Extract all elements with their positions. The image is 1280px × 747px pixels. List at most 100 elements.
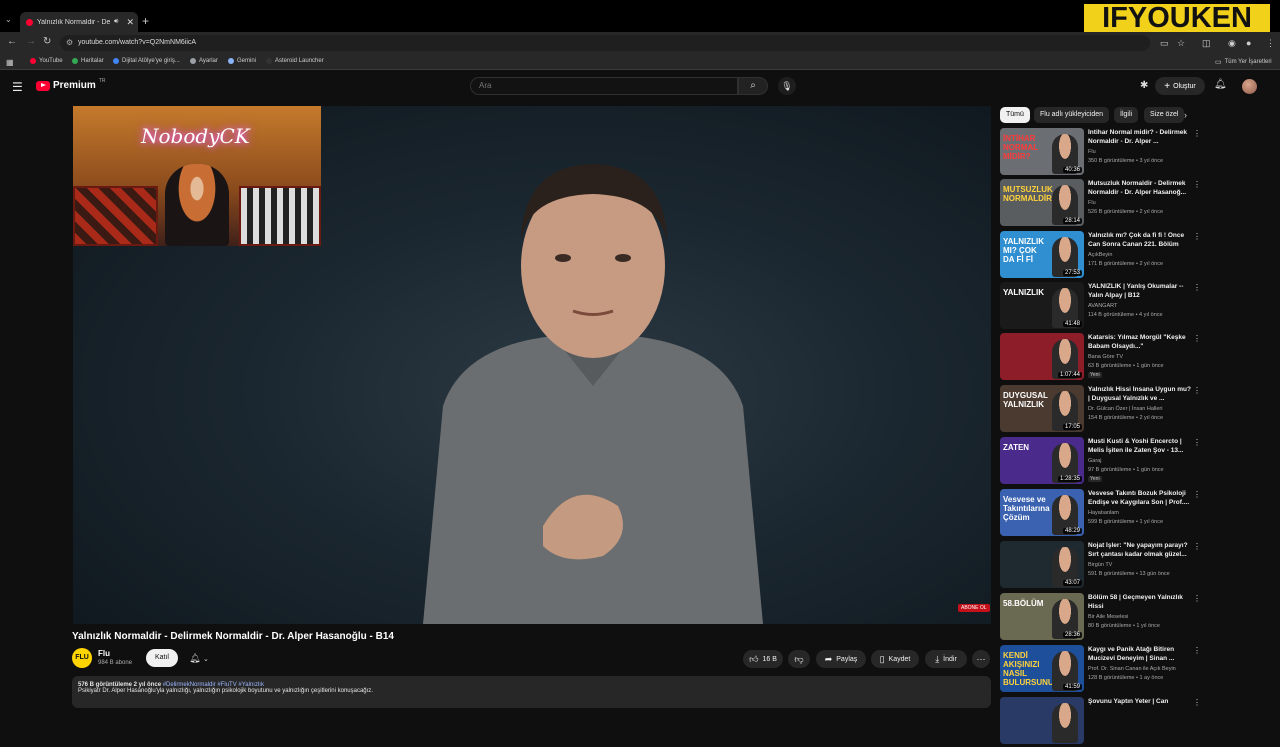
- more-vertical-icon[interactable]: ⋮: [1193, 542, 1201, 551]
- all-bookmarks-folder[interactable]: ▭ Tüm Yer İşaretleri: [1215, 58, 1272, 66]
- download-button[interactable]: ⤓ İndir: [925, 650, 967, 668]
- profile-avatar-icon[interactable]: ●: [1246, 38, 1251, 48]
- create-button[interactable]: + Oluştur: [1155, 77, 1205, 95]
- recommended-title[interactable]: Kaygı ve Panik Atağı Bitiren Mucizevi De…: [1088, 646, 1192, 663]
- url-field[interactable]: ⚙ youtube.com/watch?v=Q2NmNM6iicA: [60, 35, 1150, 51]
- recommended-video[interactable]: YALNIZLIK MI? ÇOK DA Fİ Fİ 27:53 Yalnızlık…: [1000, 231, 1201, 281]
- browser-tab[interactable]: Yalnızlık Normaldir - Delirm 🔊︎ ✕: [20, 12, 138, 32]
- recommended-video[interactable]: DUYGUSAL YALNIZLIK 17:05 Yalnızlık Hissi İ…: [1000, 385, 1201, 435]
- recommended-title[interactable]: Şovunu Yaptın Yeter | Can: [1088, 698, 1192, 715]
- reload-icon[interactable]: ↻: [43, 36, 51, 47]
- recommended-title[interactable]: İntihar Normal midir? - Delirmek Normald…: [1088, 129, 1192, 146]
- join-button[interactable]: Katıl: [146, 649, 178, 667]
- recommended-video[interactable]: KENDİ AKIŞINIZI NASIL BULURSUNUZ? 41:59 Ka…: [1000, 645, 1201, 695]
- recommended-video[interactable]: İNTİHAR NORMAL MİDİR? 40:36 İntihar Normal…: [1000, 128, 1201, 178]
- menu-hamburger-icon[interactable]: ☰: [12, 80, 23, 94]
- more-vertical-icon[interactable]: ⋮: [1193, 334, 1201, 343]
- share-button[interactable]: ➦ Paylaş: [816, 650, 866, 668]
- channel-avatar[interactable]: FLU: [72, 648, 92, 668]
- search-input[interactable]: Ara: [470, 77, 738, 95]
- video-thumbnail[interactable]: ZATEN 1:28:35: [1000, 437, 1084, 484]
- channel-name[interactable]: Flu: [98, 649, 110, 658]
- chip-from-uploader[interactable]: Flu adlı yükleyiciden: [1034, 107, 1110, 123]
- bookmark-asteroid-launcher[interactable]: Asteroid Launcher: [266, 58, 324, 64]
- video-thumbnail[interactable]: 1:07:44: [1000, 333, 1084, 380]
- more-vertical-icon[interactable]: ⋮: [1193, 698, 1201, 707]
- extensions-icon[interactable]: ◫: [1202, 38, 1211, 49]
- video-thumbnail[interactable]: MUTSUZLUK NORMALDİR 28:14: [1000, 179, 1084, 226]
- site-info-icon[interactable]: ⚙: [66, 35, 73, 51]
- more-vertical-icon[interactable]: ⋮: [1193, 438, 1201, 447]
- recommended-channel[interactable]: Bir Aile Meselesi: [1088, 614, 1128, 620]
- bookmark-maps[interactable]: Haritalar: [72, 58, 104, 64]
- account-avatar[interactable]: [1242, 79, 1257, 94]
- video-thumbnail[interactable]: Vesvese ve Takıntılarına Çözüm 48:29: [1000, 489, 1084, 536]
- forward-arrow-icon[interactable]: →: [26, 36, 36, 47]
- bookmark-star-icon[interactable]: ☆: [1177, 38, 1185, 49]
- tab-close-button[interactable]: ✕: [122, 17, 138, 28]
- video-thumbnail[interactable]: YALNIZLIK MI? ÇOK DA Fİ Fİ 27:53: [1000, 231, 1084, 278]
- like-button[interactable]: 👍︎ 16 B: [743, 650, 783, 668]
- browser-menu-icon[interactable]: ⋮: [1266, 38, 1275, 49]
- profile-sync-icon[interactable]: ◉: [1228, 38, 1236, 49]
- subscription-bell-button[interactable]: 🔔︎ ⌄: [182, 649, 216, 667]
- bookmark-youtube[interactable]: YouTube: [30, 58, 63, 64]
- subscribe-watermark[interactable]: ABONE OL: [958, 604, 990, 612]
- recommended-title[interactable]: Nojat İşler: "Ne yapayım parayı? Sırt ça…: [1088, 542, 1192, 559]
- recommended-video[interactable]: ZATEN 1:28:35 Musti Kusti & Yoshi Encercto…: [1000, 437, 1201, 487]
- recommended-title[interactable]: Bölüm 58 | Geçmeyen Yalnızlık Hissi: [1088, 594, 1192, 611]
- more-vertical-icon[interactable]: ⋮: [1193, 386, 1201, 395]
- save-button[interactable]: ▯ Kaydet: [871, 650, 919, 668]
- more-vertical-icon[interactable]: ⋮: [1193, 180, 1201, 189]
- recommended-channel[interactable]: Dr. Gülcan Özer | İnsan Halleri: [1088, 406, 1162, 412]
- recommended-video[interactable]: 43:07 Nojat İşler: "Ne yapayım parayı? Sı…: [1000, 541, 1201, 591]
- chevron-right-icon[interactable]: ›: [1184, 110, 1187, 120]
- recommended-channel[interactable]: Garaj: [1088, 458, 1101, 464]
- recommended-title[interactable]: Musti Kusti & Yoshi Encercto | Melis İşi…: [1088, 438, 1192, 455]
- recommended-title[interactable]: Vesvese Takıntı Bozuk Psikoloji Endişe v…: [1088, 490, 1192, 507]
- more-vertical-icon[interactable]: ⋮: [1193, 129, 1201, 138]
- recommended-title[interactable]: Yalnızlık Hissi İnsana Uygun mu? | Duygu…: [1088, 386, 1192, 403]
- recommended-title[interactable]: Yalnızlık mı? Çok da fi fi ! Önce Can So…: [1088, 232, 1192, 249]
- recommended-channel[interactable]: Hayatıanlam: [1088, 510, 1119, 516]
- speaker-icon[interactable]: 🔊︎: [114, 18, 118, 26]
- recommended-video[interactable]: Vesvese ve Takıntılarına Çözüm 48:29 Vesve…: [1000, 489, 1201, 539]
- chip-for-you[interactable]: Size özel: [1144, 107, 1185, 123]
- back-arrow-icon[interactable]: ←: [7, 36, 17, 47]
- cast-icon[interactable]: ✱: [1140, 80, 1148, 91]
- recommended-channel[interactable]: Flu: [1088, 200, 1096, 206]
- recommended-channel[interactable]: AçıkBeyin: [1088, 252, 1112, 258]
- recommended-video[interactable]: 58.BÖLÜM 28:36 Bölüm 58 | Geçmeyen Yalnızl…: [1000, 593, 1201, 643]
- recommended-title[interactable]: Katarsis: Yılmaz Morgül "Keşke Babam Ols…: [1088, 334, 1192, 351]
- video-thumbnail[interactable]: [1000, 697, 1084, 744]
- recommended-title[interactable]: Mutsuzluk Normaldir - Delirmek Normaldir…: [1088, 180, 1192, 197]
- chip-related[interactable]: İlgili: [1114, 107, 1139, 123]
- description-box[interactable]: 576 B görüntüleme 2 yıl önce #DelirmekNo…: [72, 676, 991, 708]
- install-app-icon[interactable]: ▭: [1160, 38, 1169, 49]
- video-thumbnail[interactable]: DUYGUSAL YALNIZLIK 17:05: [1000, 385, 1084, 432]
- recommended-channel[interactable]: AVANGART: [1088, 303, 1117, 309]
- youtube-premium-logo[interactable]: Premium TR: [36, 78, 105, 91]
- recommended-video[interactable]: YALNIZLIK 41:48 YALNIZLIK | Yanlış Okumala…: [1000, 282, 1201, 332]
- voice-search-mic-icon[interactable]: 🎙︎: [778, 77, 796, 95]
- recommended-title[interactable]: YALNIZLIK | Yanlış Okumalar -- Yalın Alp…: [1088, 283, 1192, 300]
- more-vertical-icon[interactable]: ⋮: [1193, 232, 1201, 241]
- tab-list-chevron-icon[interactable]: ⌄: [5, 15, 12, 24]
- apps-grid-icon[interactable]: ▦: [6, 58, 14, 67]
- video-thumbnail[interactable]: YALNIZLIK 41:48: [1000, 282, 1084, 329]
- dislike-button[interactable]: 👎︎: [788, 650, 810, 668]
- recommended-video[interactable]: 1:07:44 Katarsis: Yılmaz Morgül "Keşke Ba…: [1000, 333, 1201, 383]
- chip-all[interactable]: Tümü: [1000, 107, 1030, 123]
- more-actions-button[interactable]: ⋯: [972, 650, 990, 668]
- recommended-channel[interactable]: Prof. Dr. Sinan Canan ile Açık Beyin: [1088, 666, 1176, 672]
- recommended-channel[interactable]: Flu: [1088, 149, 1096, 155]
- more-vertical-icon[interactable]: ⋮: [1193, 490, 1201, 499]
- search-button[interactable]: ⌕: [738, 77, 768, 95]
- video-thumbnail[interactable]: İNTİHAR NORMAL MİDİR? 40:36: [1000, 128, 1084, 175]
- video-thumbnail[interactable]: 58.BÖLÜM 28:36: [1000, 593, 1084, 640]
- notifications-bell-icon[interactable]: 🔔︎: [1214, 79, 1227, 90]
- bookmark-gemini[interactable]: Gemini: [228, 58, 256, 64]
- more-vertical-icon[interactable]: ⋮: [1193, 283, 1201, 292]
- video-thumbnail[interactable]: KENDİ AKIŞINIZI NASIL BULURSUNUZ? 41:59: [1000, 645, 1084, 692]
- more-vertical-icon[interactable]: ⋮: [1193, 646, 1201, 655]
